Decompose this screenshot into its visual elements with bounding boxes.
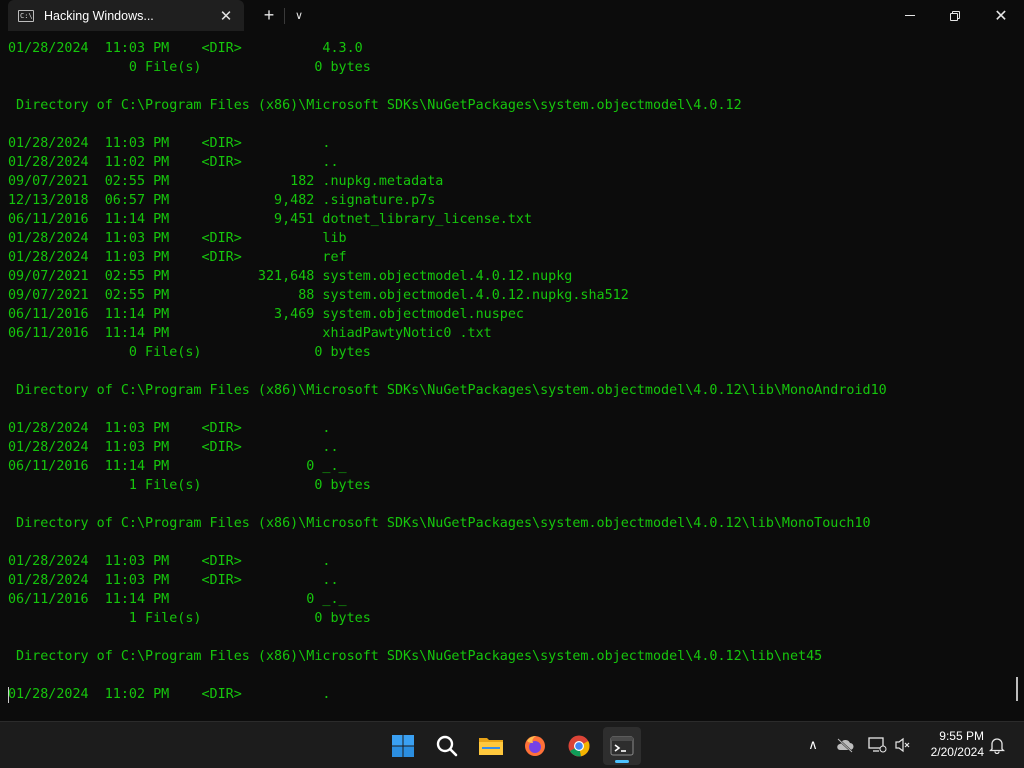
terminal-line: 01/28/2024 11:03 PM <DIR> .: [8, 136, 331, 151]
terminal-line: 01/28/2024 11:03 PM <DIR> .: [8, 421, 331, 436]
terminal-line: 01/28/2024 11:03 PM <DIR> 4.3.0: [8, 41, 363, 56]
firefox-button[interactable]: [516, 727, 554, 765]
terminal-output[interactable]: 01/28/2024 11:03 PM <DIR> 4.3.0 0 File(s…: [0, 31, 1024, 721]
terminal-line: Directory of C:\Program Files (x86)\Micr…: [8, 383, 887, 398]
terminal-line: 06/11/2016 11:14 PM 3,469 system.objectm…: [8, 307, 524, 322]
terminal-line: 09/07/2021 02:55 PM 88 system.objectmode…: [8, 288, 629, 303]
minimize-icon: [905, 15, 915, 16]
search-icon: [436, 735, 458, 757]
chrome-button[interactable]: [560, 727, 598, 765]
terminal-line: 09/07/2021 02:55 PM 321,648 system.objec…: [8, 269, 573, 284]
search-button[interactable]: [428, 727, 466, 765]
terminal-line: 09/07/2021 02:55 PM 182 .nupkg.metadata: [8, 174, 444, 189]
terminal-line: Directory of C:\Program Files (x86)\Micr…: [8, 516, 871, 531]
terminal-line: 1 File(s) 0 bytes: [8, 611, 371, 626]
terminal-line: 0 File(s) 0 bytes: [8, 345, 371, 360]
close-tab-icon[interactable]: ✕: [216, 6, 236, 26]
show-hidden-icons-button[interactable]: ∧: [802, 732, 824, 758]
terminal-line: 01/28/2024 11:02 PM <DIR> ..: [8, 155, 339, 170]
active-app-indicator: [615, 760, 629, 763]
terminal-line: Directory of C:\Program Files (x86)\Micr…: [8, 98, 742, 113]
firefox-icon: [525, 736, 545, 756]
terminal-lines: 01/28/2024 11:03 PM <DIR> 4.3.0 0 File(s…: [8, 39, 887, 704]
start-icon: [392, 735, 414, 757]
terminal-line: 01/28/2024 11:02 PM <DIR> .: [8, 687, 331, 702]
minimize-button[interactable]: [887, 0, 933, 31]
terminal-line: 01/28/2024 11:03 PM <DIR> ref: [8, 250, 347, 265]
command-prompt-icon: C:\: [18, 9, 34, 22]
network-icon: [868, 737, 887, 753]
terminal-icon: [610, 736, 634, 756]
scrollbar-thumb[interactable]: [1016, 677, 1018, 701]
title-bar: C:\ Hacking Windows... ✕ + ∨ ✕: [0, 0, 1024, 31]
tab-separator: [284, 7, 285, 24]
start-button[interactable]: [384, 727, 422, 765]
terminal-line: 06/11/2016 11:14 PM 0 _._: [8, 459, 347, 474]
clock-time: 9:55 PM: [939, 729, 984, 743]
file-explorer-button[interactable]: [472, 727, 510, 765]
terminal-line: 0 File(s) 0 bytes: [8, 60, 371, 75]
terminal-line: 01/28/2024 11:03 PM <DIR> ..: [8, 573, 339, 588]
terminal-line: 12/13/2018 06:57 PM 9,482 .signature.p7s: [8, 193, 436, 208]
onedrive-button[interactable]: [834, 732, 856, 758]
terminal-tab[interactable]: C:\ Hacking Windows... ✕: [8, 0, 244, 31]
new-tab-button[interactable]: +: [258, 5, 280, 27]
terminal-button[interactable]: [603, 727, 641, 765]
onedrive-offline-icon: [837, 738, 854, 753]
bell-icon: [989, 738, 1005, 754]
restore-icon: [950, 10, 960, 21]
terminal-line: 06/11/2016 11:14 PM xhiadPawtyNotic0 .tx…: [8, 326, 492, 341]
maximize-button[interactable]: [932, 0, 978, 31]
volume-muted-icon: [895, 737, 910, 753]
terminal-line: 01/28/2024 11:03 PM <DIR> .: [8, 554, 331, 569]
tab-title: Hacking Windows...: [44, 8, 154, 23]
volume-button[interactable]: [892, 732, 914, 758]
terminal-line: Directory of C:\Program Files (x86)\Micr…: [8, 649, 823, 664]
network-button[interactable]: [866, 732, 888, 758]
notifications-button[interactable]: [986, 732, 1008, 758]
clock-date: 2/20/2024: [930, 745, 984, 759]
terminal-line: 01/28/2024 11:03 PM <DIR> ..: [8, 440, 339, 455]
terminal-line: 01/28/2024 11:03 PM <DIR> lib: [8, 231, 347, 246]
terminal-line: 06/11/2016 11:14 PM 0 _._: [8, 592, 347, 607]
tab-dropdown-button[interactable]: ∨: [289, 5, 309, 27]
taskbar: ∧ 9:55 PM 2/20/2024: [0, 721, 1024, 768]
file-explorer-icon: [479, 738, 503, 755]
text-cursor: [8, 687, 9, 703]
terminal-line: 06/11/2016 11:14 PM 9,451 dotnet_library…: [8, 212, 533, 227]
clock[interactable]: 9:55 PM 2/20/2024: [920, 728, 984, 760]
terminal-line: 1 File(s) 0 bytes: [8, 478, 371, 493]
close-window-button[interactable]: ✕: [978, 0, 1024, 31]
chrome-icon: [568, 735, 590, 757]
